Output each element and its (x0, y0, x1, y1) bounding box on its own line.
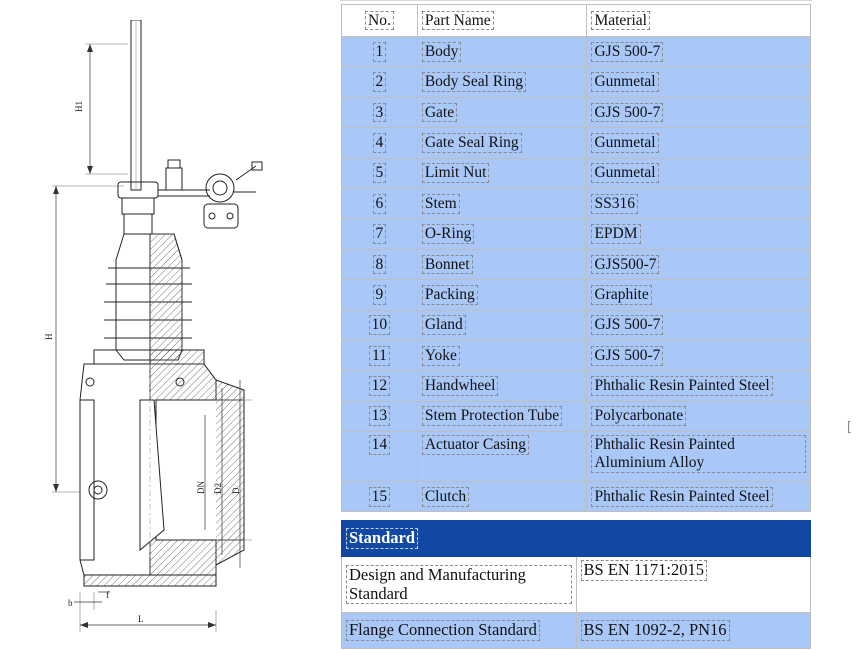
parts-table-header: No. Part Name Material (341, 4, 811, 37)
table-row: 3 Gate GJS 500-7 (341, 96, 811, 129)
table-row: 10 Gland GJS 500-7 (341, 309, 811, 341)
row-no: 12 (368, 376, 391, 396)
row-part-name: Body Seal Ring (421, 72, 526, 92)
row-material: Polycarbonate (591, 406, 687, 427)
row-part-name: Gate Seal Ring (421, 132, 522, 153)
standard-label: Flange Connection Standard (346, 620, 540, 641)
row-material: SS316 (591, 193, 638, 214)
header-material-label: Material (591, 10, 650, 31)
standard-title: Standard (346, 528, 419, 549)
row-no: 13 (368, 406, 391, 427)
table-row: 1 Body GJS 500-7 (341, 35, 811, 68)
row-material: GJS 500-7 (591, 345, 664, 366)
row-no: 14 (368, 435, 391, 455)
row-material: EPDM (591, 224, 641, 244)
dim-h-label: H (44, 333, 54, 340)
row-material: GJS 500-7 (591, 102, 664, 123)
dim-d2-label: D2 (213, 483, 223, 494)
dim-h1-label: H1 (74, 101, 84, 112)
row-part-name: Clutch (421, 486, 470, 507)
standard-table: Standard Design and Manufacturing Standa… (341, 520, 812, 649)
standard-header: Standard (341, 520, 811, 557)
standard-value: BS EN 1092-2, PN16 (580, 620, 730, 641)
valve-drawing: H1 H DN D2 D b f L (44, 20, 263, 632)
row-no: 10 (368, 315, 391, 336)
header-no: No. (341, 4, 418, 37)
header-no-label: No. (365, 10, 394, 31)
row-no: 9 (372, 284, 387, 305)
table-row: 7 O-Ring EPDM (341, 218, 811, 250)
row-no: 4 (372, 132, 387, 153)
row-material: Phthalic Resin Painted Steel (591, 486, 773, 507)
dim-dn-label: DN (196, 481, 206, 494)
row-part-name: Stem Protection Tube (421, 406, 563, 427)
header-part-name-label: Part Name (421, 10, 494, 31)
dim-l-label: L (138, 614, 144, 624)
dim-f-label: f (106, 590, 109, 600)
table-row: 8 Bonnet GJS500-7 (341, 248, 811, 281)
row-no: 3 (372, 102, 387, 123)
row-material: Phthalic Resin Painted Aluminium Alloy (591, 435, 806, 473)
row-part-name: Bonnet (421, 254, 473, 275)
row-part-name: Body (421, 41, 462, 62)
row-no: 15 (368, 486, 391, 507)
row-no: 2 (372, 72, 387, 92)
row-part-name: Packing (421, 284, 478, 305)
row-material: Gunmetal (591, 163, 659, 184)
table-row: 15 Clutch Phthalic Resin Painted Steel (341, 481, 811, 513)
parts-table: No. Part Name Material 1 Body GJS 500-7 … (341, 4, 811, 513)
table-row: Flange Connection Standard BS EN 1092-2,… (341, 612, 812, 649)
row-part-name: Gland (421, 315, 466, 336)
table-row: 12 Handwheel Phthalic Resin Painted Stee… (341, 370, 811, 402)
row-part-name: O-Ring (421, 224, 475, 244)
dim-b-label: b (68, 598, 73, 608)
row-part-name: Limit Nut (421, 163, 490, 184)
row-material: Gunmetal (591, 132, 659, 153)
row-part-name: Yoke (421, 345, 460, 366)
row-part-name: Actuator Casing (421, 435, 529, 455)
table-row: 11 Yoke GJS 500-7 (341, 339, 811, 372)
row-material: Phthalic Resin Painted Steel (591, 376, 773, 396)
standard-value: BS EN 1171:2015 (580, 560, 707, 581)
row-no: 1 (372, 41, 387, 62)
row-material: Graphite (591, 284, 652, 305)
row-no: 8 (372, 254, 387, 275)
row-part-name: Handwheel (421, 376, 499, 396)
header-material: Material (586, 4, 811, 37)
top-divider (340, 0, 812, 1)
row-no: 11 (368, 345, 390, 366)
table-row: 6 Stem SS316 (341, 187, 811, 220)
row-part-name: Stem (421, 193, 460, 214)
row-material: GJS 500-7 (591, 315, 664, 336)
table-row: 9 Packing Graphite (341, 279, 811, 311)
row-no: 7 (372, 224, 387, 244)
row-no: 5 (372, 163, 387, 184)
table-row: Design and Manufacturing Standard BS EN … (341, 556, 812, 613)
page-edge-bracket-icon: [ (846, 420, 852, 435)
standard-label: Design and Manufacturing Standard (346, 564, 572, 605)
row-no: 6 (372, 193, 387, 214)
header-part-name: Part Name (416, 4, 588, 37)
row-material: GJS500-7 (591, 254, 660, 275)
table-row: 4 Gate Seal Ring Gunmetal (341, 127, 811, 159)
row-material: GJS 500-7 (591, 41, 664, 62)
table-row: 2 Body Seal Ring Gunmetal (341, 66, 811, 98)
table-row: 13 Stem Protection Tube Polycarbonate (341, 400, 811, 433)
table-row: 14 Actuator Casing Phthalic Resin Painte… (341, 431, 811, 483)
dim-d-label: D (231, 487, 241, 494)
row-part-name: Gate (421, 102, 458, 123)
row-material: Gunmetal (591, 72, 659, 92)
table-row: 5 Limit Nut Gunmetal (341, 157, 811, 189)
